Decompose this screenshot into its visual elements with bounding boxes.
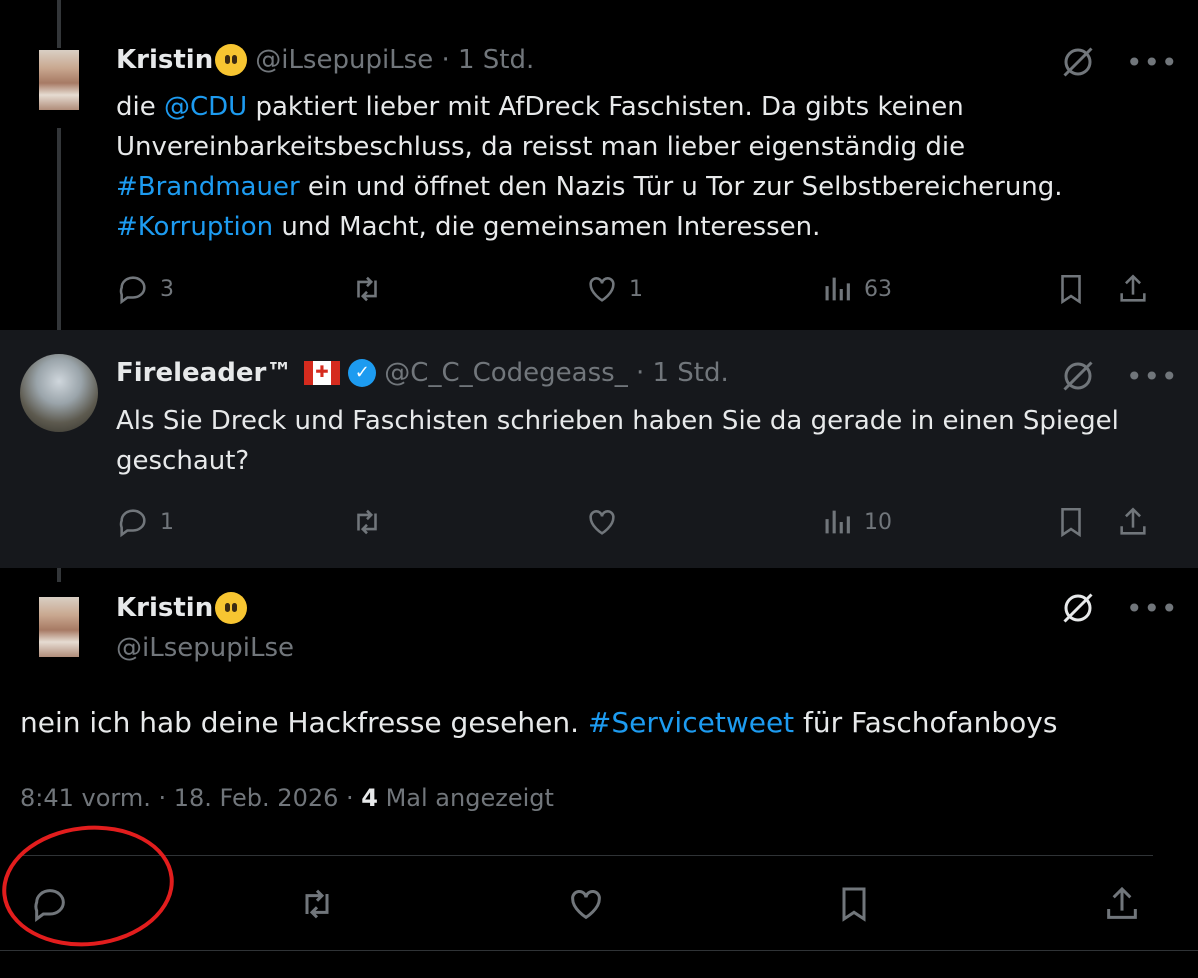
handle-time[interactable]: @iLsepupiLse · 1 Std. xyxy=(255,45,534,75)
bottom-divider xyxy=(0,950,1198,951)
face-emoji-icon xyxy=(215,592,248,624)
avatar[interactable] xyxy=(39,50,79,110)
action-bar: 1 10 xyxy=(0,505,1198,545)
tweet-header: Fireleader™ ✓ @C_C_Codegeass_ · 1 Std. xyxy=(116,358,729,388)
bookmark-icon xyxy=(1061,274,1081,305)
main-action-bar xyxy=(0,884,1198,924)
views-count: 63 xyxy=(864,276,892,302)
more-icon[interactable]: ••• xyxy=(1126,592,1179,625)
bookmark-button[interactable] xyxy=(1054,505,1088,539)
tweet-text: nein ich hab deine Hackfresse gesehen. #… xyxy=(20,703,1170,743)
views-button[interactable]: 63 xyxy=(820,272,892,306)
text-segment: und Macht, die gemeinsamen Interessen. xyxy=(273,212,821,242)
retweet-button[interactable] xyxy=(297,884,337,924)
retweet-button[interactable] xyxy=(350,272,384,306)
retweet-icon xyxy=(357,276,377,302)
avatar[interactable] xyxy=(20,354,98,432)
share-icon xyxy=(1120,507,1146,535)
reply-count: 1 xyxy=(160,509,174,535)
canada-flag-icon xyxy=(304,361,341,385)
grok-icon[interactable] xyxy=(1060,44,1096,80)
bookmark-icon xyxy=(842,887,866,922)
tweet-top-icons: ••• xyxy=(1060,44,1179,80)
heart-icon xyxy=(589,277,615,302)
bookmark-button[interactable] xyxy=(834,884,874,924)
like-button[interactable]: 1 xyxy=(585,272,643,306)
views-icon xyxy=(825,510,850,534)
tweet-header: Kristin xyxy=(116,592,248,624)
hashtag-link[interactable]: #Korruption xyxy=(116,212,273,242)
handle-time[interactable]: @C_C_Codegeass_ · 1 Std. xyxy=(384,358,728,388)
retweet-button[interactable] xyxy=(350,505,384,539)
avatar[interactable] xyxy=(39,597,79,657)
heart-icon xyxy=(589,510,615,535)
retweet-icon xyxy=(305,889,329,919)
text-segment: die xyxy=(116,92,164,122)
text-segment: nein ich hab deine Hackfresse gesehen. xyxy=(20,706,588,739)
more-icon[interactable]: ••• xyxy=(1126,46,1179,79)
text-segment: für Faschofanboys xyxy=(794,706,1058,739)
like-button[interactable] xyxy=(585,505,619,539)
verified-badge-icon[interactable]: ✓ xyxy=(348,359,377,387)
handle-row: @iLsepupiLse xyxy=(108,633,294,663)
tweet-text: die @CDU paktiert lieber mit AfDreck Fas… xyxy=(116,87,1116,247)
display-name[interactable]: Fireleader™ xyxy=(116,358,292,388)
share-button[interactable] xyxy=(1116,272,1150,306)
bookmark-icon xyxy=(1061,507,1081,538)
reply-icon xyxy=(119,276,146,305)
tweet-text: Als Sie Dreck und Faschisten schrieben h… xyxy=(116,406,1119,476)
thread-line-top xyxy=(57,0,61,48)
reply-icon xyxy=(119,509,146,538)
share-button[interactable] xyxy=(1116,505,1150,539)
views-label: Mal angezeigt xyxy=(377,784,554,812)
timestamp[interactable]: 8:41 vorm. · 18. Feb. 2026 · xyxy=(20,784,361,812)
retweet-icon xyxy=(357,509,377,535)
views-count: 10 xyxy=(864,509,892,535)
hashtag-link[interactable]: #Brandmauer xyxy=(116,172,300,202)
reply-button[interactable]: 3 xyxy=(116,272,174,306)
bookmark-button[interactable] xyxy=(1054,272,1088,306)
reply-button[interactable]: 1 xyxy=(116,505,174,539)
tweet-top-icons: ••• xyxy=(1060,590,1179,626)
red-circle-annotation xyxy=(0,817,180,955)
grok-icon[interactable] xyxy=(1060,358,1096,394)
handle[interactable]: @iLsepupiLse xyxy=(116,633,294,663)
action-bar: 3 1 63 xyxy=(0,272,1198,312)
hashtag-link[interactable]: #Servicetweet xyxy=(588,706,794,739)
display-name[interactable]: Kristin xyxy=(116,593,213,623)
tweet-top-icons: ••• xyxy=(1060,358,1179,394)
heart-icon xyxy=(571,890,601,920)
share-icon xyxy=(1107,886,1137,919)
text-segment: ein und öffnet den Nazis Tür u Tor zur S… xyxy=(299,172,1063,202)
views-icon xyxy=(825,277,850,301)
grok-icon[interactable] xyxy=(1060,590,1096,626)
tweet-header: Kristin @iLsepupiLse · 1 Std. xyxy=(116,44,534,76)
display-name[interactable]: Kristin xyxy=(116,45,213,75)
tweet-meta: 8:41 vorm. · 18. Feb. 2026 · 4 Mal angez… xyxy=(20,784,554,812)
mention-link[interactable]: @CDU xyxy=(164,92,247,122)
reply-count: 3 xyxy=(160,276,174,302)
views-button[interactable]: 10 xyxy=(820,505,892,539)
share-button[interactable] xyxy=(1102,884,1142,924)
divider xyxy=(20,855,1153,856)
like-button[interactable] xyxy=(566,884,606,924)
views-count: 4 xyxy=(361,784,378,812)
share-icon xyxy=(1120,274,1146,302)
like-count: 1 xyxy=(629,276,643,302)
more-icon[interactable]: ••• xyxy=(1126,360,1179,393)
face-emoji-icon xyxy=(215,44,248,76)
